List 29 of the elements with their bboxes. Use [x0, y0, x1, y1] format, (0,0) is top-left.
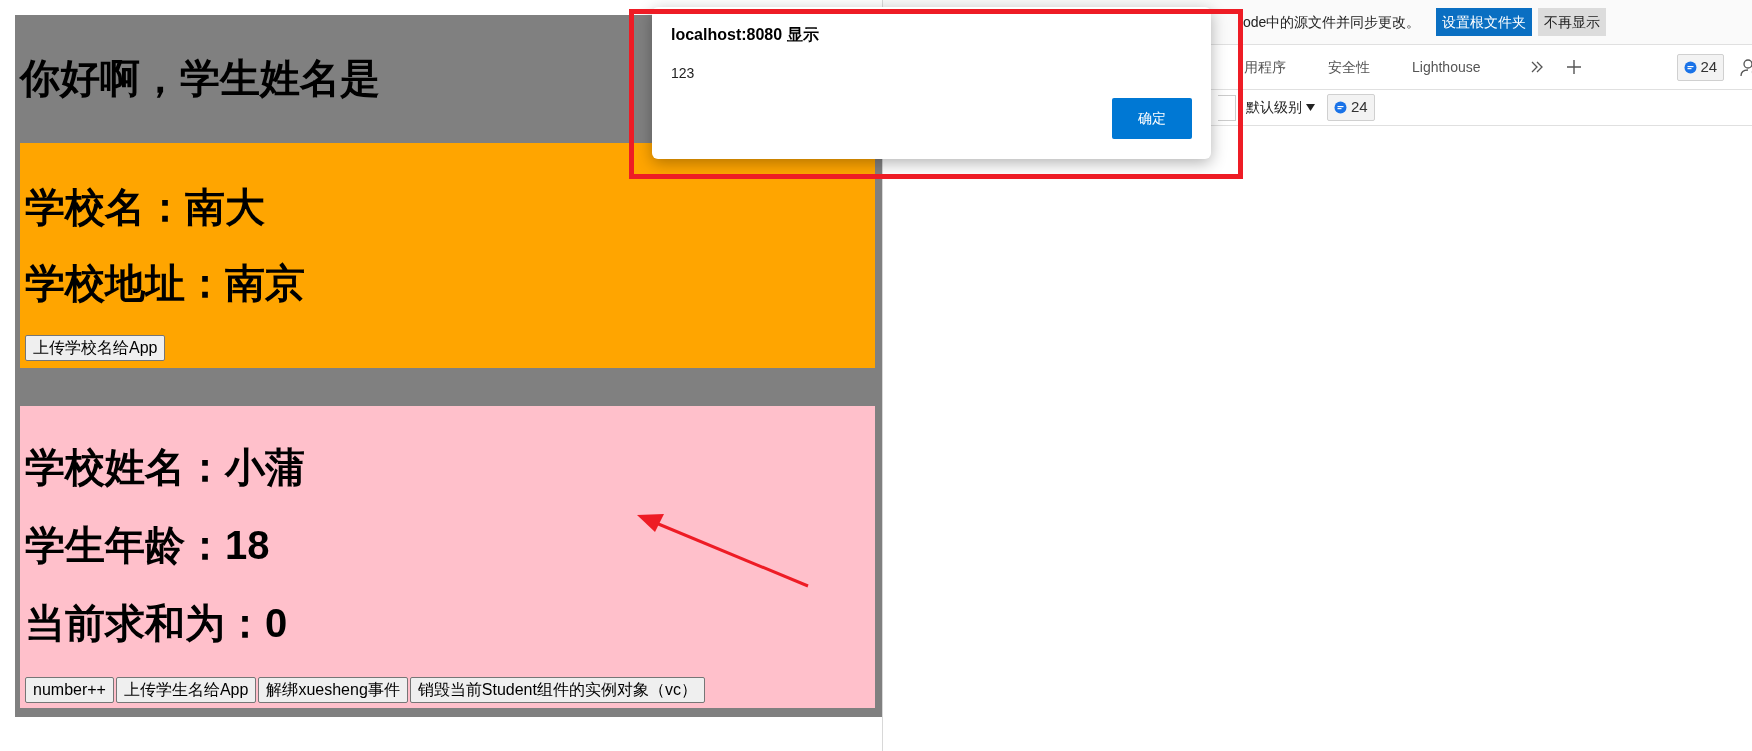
devtools-tab[interactable]: 用程序	[1223, 45, 1307, 89]
school-info-text: 学校地址：南京	[25, 260, 305, 307]
page-button[interactable]: 销毁当前Student组件的实例对象（vc）	[409, 677, 705, 703]
plus-icon[interactable]	[1565, 59, 1582, 75]
page-button[interactable]: number++	[25, 677, 114, 703]
devtools-tab[interactable]: 安全性	[1307, 45, 1391, 89]
alert-message: 123	[671, 64, 696, 83]
more-tabs-icon[interactable]	[1529, 60, 1544, 74]
school-info-text: 学校名：南大	[25, 184, 265, 231]
issues-badge[interactable]: 24	[1676, 53, 1725, 81]
greeting-heading: 你好啊，学生姓名是	[20, 55, 380, 102]
page-button[interactable]: 解绑xuesheng事件	[258, 677, 408, 703]
filter-input-field[interactable]	[1218, 94, 1236, 121]
issues-badge[interactable]: 24	[1327, 94, 1375, 121]
student-info-text: 学校姓名：小蒲	[25, 444, 305, 491]
caret-icon	[1306, 104, 1315, 111]
alert-title: localhost:8080 显示	[671, 25, 820, 45]
set-root-folder-button[interactable]: 设置根文件夹	[1436, 8, 1533, 36]
infobar-text: ode中的源文件并同步更改。	[1243, 12, 1421, 32]
student-info-text: 学生年龄：18	[25, 522, 270, 569]
page-button[interactable]: 上传学校名给App	[25, 335, 166, 361]
dismiss-button[interactable]: 不再显示	[1538, 8, 1607, 36]
student-info-text: 当前求和为：0	[25, 600, 288, 647]
page-button[interactable]: 上传学生名给App	[115, 677, 257, 703]
log-level-dropdown[interactable]: 默认级别	[1246, 97, 1315, 118]
ok-button[interactable]: 确定	[1112, 98, 1192, 139]
message-icon	[1334, 101, 1347, 114]
devtools-tab[interactable]: Lighthouse	[1391, 45, 1502, 89]
message-icon	[1683, 60, 1697, 74]
